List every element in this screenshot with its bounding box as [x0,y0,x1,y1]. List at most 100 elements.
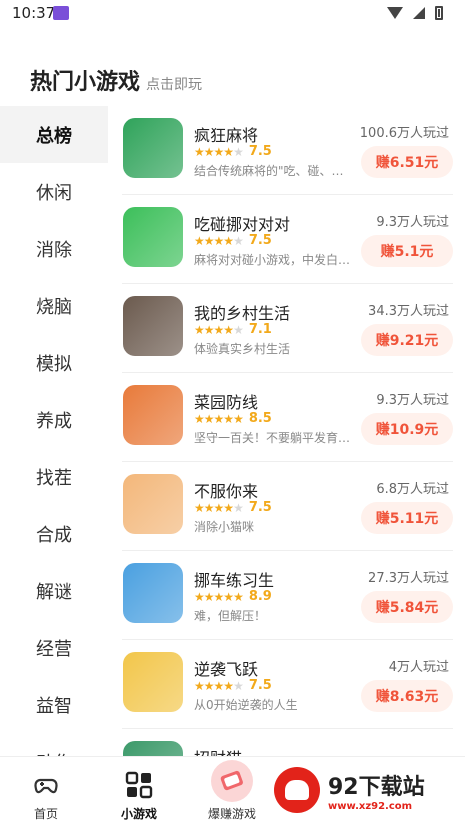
star-icon: ★ [194,233,205,248]
game-list-item[interactable]: 不服你来 ★★★★★ 7.5 消除小猫咪 6.8万人玩过 赚5.11元 [122,462,453,551]
pig-tile-icon[interactable] [123,207,183,267]
star-icon: ★ [223,322,234,337]
game-play-count: 6.8万人玩过 [376,482,449,497]
tab-home[interactable]: 首页 [11,757,81,828]
game-play-count: 34.3万人玩过 [368,304,449,319]
star-icon: ★ [194,589,205,604]
star-icon: ★ [223,411,234,426]
game-play-count: 9.3万人玩过 [376,215,449,230]
cat-icon[interactable] [123,474,183,534]
game-score: 8.9 [248,589,272,604]
tab-big-earn-label: 爆赚游戏 [207,807,256,821]
signal-icon [413,7,425,19]
game-description: 坚守一百关！不要躺平发育… [194,431,351,445]
category-item[interactable]: 休闲 [0,163,108,220]
mahjong-cow-icon[interactable] [123,118,183,178]
star-icon: ★ [213,144,225,159]
watermark-title: 92下载站 [328,774,425,800]
category-item[interactable]: 烧脑 [0,277,108,334]
wifi-icon [387,7,403,19]
star-icon: ★ [203,322,215,337]
tab-big-earn-games[interactable]: 爆赚游戏 [197,757,267,828]
category-item[interactable]: 解谜 [0,562,108,619]
game-name: 挪车练习生 [194,571,275,590]
watermark: 92下载站 www.xz92.com [274,764,454,816]
earn-button[interactable]: 赚5.11元 [361,502,453,534]
game-list-item[interactable]: 我的乡村生活 ★★★★★ 7.1 体验真实乡村生活 34.3万人玩过 赚9.21元 [122,284,453,373]
star-icon: ★ [203,233,215,248]
game-name: 吃碰挪对对对 [194,215,291,234]
earn-button[interactable]: 赚6.51元 [361,146,453,178]
game-play-count: 9.3万人玩过 [376,393,449,408]
parking-cars-icon[interactable] [123,563,183,623]
game-rating: ★★★★★ 8.9 [194,589,272,604]
tab-mini-games[interactable]: 小游戏 [104,757,174,828]
star-icon: ★ [194,144,205,159]
ninja-icon[interactable] [123,385,183,445]
earn-button[interactable]: 赚10.9元 [361,413,453,445]
earn-button[interactable]: 赚5.1元 [361,235,453,267]
game-description: 从0开始逆袭的人生 [194,698,298,712]
battery-icon [435,6,443,20]
category-item[interactable]: 找茬 [0,448,108,505]
sports-car-icon[interactable] [123,652,183,712]
game-rating: ★★★★★ 7.1 [194,322,272,337]
earn-button[interactable]: 赚9.21元 [361,324,453,356]
star-icon: ★ [203,144,215,159]
game-name: 我的乡村生活 [194,304,291,323]
category-sidebar[interactable]: 总榜休闲消除烧脑模拟养成找茬合成解谜经营益智动作 [0,106,108,756]
star-icon: ★ [203,411,215,426]
game-description: 难，但解压！ [194,609,267,623]
game-rating: ★★★★★ 7.5 [194,144,272,159]
status-bar: 10:37 [0,0,465,28]
app-notification-icon [53,6,69,20]
star-icon: ★ [213,411,225,426]
star-icon: ★ [213,500,225,515]
game-name: 菜园防线 [194,393,259,412]
page-title: 热门小游戏 [30,70,141,95]
category-item[interactable]: 益智 [0,676,108,733]
game-list-item[interactable]: 菜园防线 ★★★★★ 8.5 坚守一百关！不要躺平发育… 9.3万人玩过 赚10.9元 [122,373,453,462]
star-icon: ★ [223,233,234,248]
village-icon[interactable] [123,296,183,356]
star-icon: ★ [194,322,205,337]
category-item[interactable]: 动作 [0,733,108,757]
star-icon: ★ [233,233,244,248]
game-name: 疯狂麻将 [194,126,259,145]
game-list-item[interactable]: 逆袭飞跃 ★★★★★ 7.5 从0开始逆袭的人生 4万人玩过 赚8.63元 [122,640,453,729]
game-name: 招财猫 [194,745,242,756]
star-icon: ★ [213,589,225,604]
game-score: 7.5 [248,144,272,159]
game-icon[interactable] [123,741,183,756]
category-item[interactable]: 模拟 [0,334,108,391]
star-icon: ★ [233,500,244,515]
star-icon: ★ [233,678,244,693]
category-item[interactable]: 合成 [0,505,108,562]
game-score: 7.5 [248,233,272,248]
star-icon: ★ [233,144,244,159]
star-icon: ★ [223,589,234,604]
tab-home-label: 首页 [33,807,58,821]
category-item[interactable]: 消除 [0,220,108,277]
category-item[interactable]: 经营 [0,619,108,676]
category-item[interactable]: 总榜 [0,106,108,163]
game-list-item[interactable]: 挪车练习生 ★★★★★ 8.9 难，但解压！ 27.3万人玩过 赚5.84元 [122,551,453,640]
game-list-item[interactable]: 吃碰挪对对对 ★★★★★ 7.5 麻将对对碰小游戏，中发白… 9.3万人玩过 赚5.1元 [122,195,453,284]
category-item[interactable]: 养成 [0,391,108,448]
star-icon: ★ [223,678,234,693]
game-play-count: 4万人玩过 [388,660,449,675]
money-icon [211,760,253,802]
watermark-url: www.xz92.com [328,800,413,812]
game-score: 8.5 [248,411,272,426]
game-score: 7.5 [248,678,272,693]
star-icon: ★ [223,500,234,515]
earn-button[interactable]: 赚5.84元 [361,591,453,623]
star-icon: ★ [223,144,234,159]
game-list-item[interactable]: 疯狂麻将 ★★★★★ 7.5 结合传统麻将的"吃、碰、… 100.6万人玩过 赚6.51元 [122,106,453,195]
earn-button[interactable]: 赚8.63元 [361,680,453,712]
game-list[interactable]: 疯狂麻将 ★★★★★ 7.5 结合传统麻将的"吃、碰、… 100.6万人玩过 赚6.51元… [108,106,465,756]
game-list-item[interactable]: 招财猫★★★★★7.5 [122,729,453,756]
game-rating: ★★★★★ 8.5 [194,411,272,426]
game-name: 逆袭飞跃 [194,660,259,679]
star-icon: ★ [203,500,215,515]
